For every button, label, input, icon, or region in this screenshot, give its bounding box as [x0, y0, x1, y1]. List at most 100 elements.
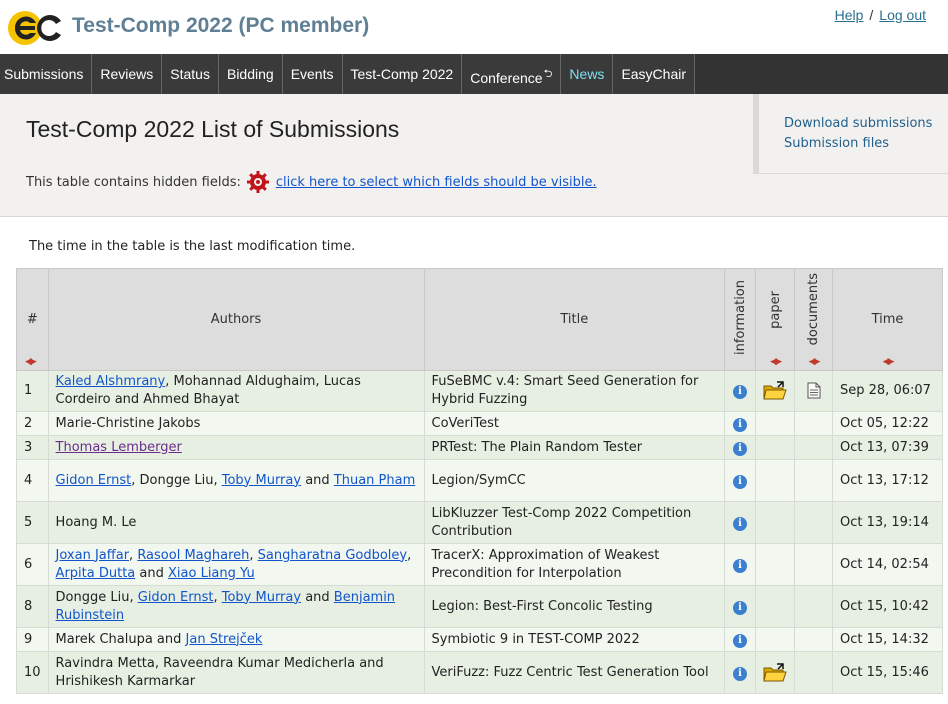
author-link[interactable]: Arpita Dutta [56, 566, 136, 581]
header-num-label: # [26, 312, 38, 327]
nav-easychair[interactable]: EasyChair [613, 54, 696, 94]
cell-time: Oct 15, 14:32 [832, 627, 943, 652]
author-link[interactable]: Thomas Lemberger [56, 440, 182, 455]
info-icon[interactable]: i [733, 474, 748, 489]
cell-title: Symbiotic 9 in TEST-COMP 2022 [423, 627, 726, 652]
folder-icon[interactable] [763, 662, 787, 683]
author-link[interactable]: Sangharatna Godboley [258, 548, 407, 563]
author-link[interactable]: Joxan Jaffar [56, 548, 130, 563]
author-link[interactable]: Toby Murray [222, 590, 301, 605]
cell-information: i [724, 411, 757, 436]
easychair-logo[interactable] [7, 9, 63, 47]
info-icon[interactable]: i [733, 666, 748, 681]
nav-label: Events [290, 66, 334, 82]
select-fields-link[interactable]: click here to select which fields should… [276, 175, 597, 190]
table-row[interactable]: 2 Marie-Christine Jakobs CoVeriTest i Oct 05… [16, 411, 943, 436]
cell-paper [755, 370, 796, 412]
header-num[interactable]: # ◀▶ [16, 268, 49, 371]
author-link[interactable]: Toby Murray [222, 473, 301, 488]
author-text: , Dongge Liu, [131, 472, 222, 488]
cell-information: i [724, 370, 757, 412]
author-link[interactable]: Jan Strejček [186, 632, 263, 647]
cell-authors: Thomas Lemberger [47, 435, 425, 460]
cell-documents [794, 411, 833, 436]
cell-information: i [724, 501, 757, 544]
cell-time: Oct 14, 02:54 [832, 543, 943, 586]
nav-news[interactable]: News [561, 54, 614, 94]
nav-label: Bidding [226, 66, 274, 82]
header-documents[interactable]: documents ◀▶ [794, 268, 833, 371]
download-submissions-link[interactable]: Download submissions [784, 114, 948, 134]
time-note: The time in the table is the last modifi… [29, 239, 356, 254]
sort-arrows-icon[interactable]: ◀▶ [809, 357, 821, 367]
info-icon[interactable]: i [733, 600, 748, 615]
cell-num: 4 [16, 459, 49, 502]
cell-information: i [724, 627, 757, 652]
cell-num: 1 [16, 370, 49, 412]
gear-icon[interactable] [246, 170, 270, 194]
header-time[interactable]: Time ◀▶ [832, 268, 943, 371]
author-link[interactable]: Rasool Maghareh [137, 548, 249, 563]
cell-title: TracerX: Approximation of Weakest Precon… [423, 543, 726, 586]
table-row[interactable]: 8 Dongge Liu, Gidon Ernst, Toby Murray an… [16, 585, 943, 628]
header-paper[interactable]: paper ◀▶ [755, 268, 796, 371]
author-link[interactable]: Gidon Ernst [138, 590, 214, 605]
table-row[interactable]: 6 Joxan Jaffar, Rasool Maghareh, Sanghara… [16, 543, 943, 586]
top-links-separator: / [869, 7, 874, 23]
info-icon[interactable]: i [733, 558, 748, 573]
sort-arrows-icon[interactable]: ◀▶ [770, 357, 782, 367]
author-link[interactable]: Thuan Pham [334, 473, 415, 488]
author-text: Hoang M. Le [55, 514, 137, 530]
table-row[interactable]: 4 Gidon Ernst, Dongge Liu, Toby Murray an… [16, 459, 943, 502]
sort-arrows-icon[interactable]: ◀▶ [25, 357, 37, 367]
nav-bidding[interactable]: Bidding [218, 54, 283, 94]
info-icon[interactable]: i [733, 441, 748, 456]
cell-title: CoVeriTest [423, 411, 726, 436]
sort-arrows-icon[interactable]: ◀▶ [883, 357, 895, 367]
header-documents-label: documents [806, 273, 822, 346]
cell-title: LibKluzzer Test-Comp 2022 Competition Co… [423, 501, 726, 544]
cell-num: 9 [16, 627, 49, 652]
nav-test-comp-2022[interactable]: Test-Comp 2022 [342, 54, 463, 94]
cell-documents [794, 370, 833, 412]
folder-icon[interactable] [763, 381, 787, 401]
author-link[interactable]: Gidon Ernst [56, 473, 132, 488]
cell-num: 2 [16, 411, 49, 436]
cell-paper [755, 651, 796, 694]
author-link[interactable]: Kaled Alshmrany [56, 374, 166, 389]
nav-submissions[interactable]: Submissions [0, 54, 93, 94]
nav-events[interactable]: Events [282, 54, 343, 94]
nav-conference[interactable]: Conference⮌ [462, 54, 562, 94]
cell-paper [755, 411, 796, 436]
cell-title: Legion/SymCC [423, 459, 726, 502]
author-text: Marek Chalupa and [55, 631, 186, 647]
logout-link[interactable]: Log out [879, 7, 926, 23]
cell-authors: Marek Chalupa and Jan Strejček [47, 627, 425, 652]
cell-paper [755, 435, 796, 460]
help-link[interactable]: Help [835, 7, 864, 23]
table-row[interactable]: 3 Thomas Lemberger PRTest: The Plain Rando… [16, 435, 943, 460]
nav-status[interactable]: Status [162, 54, 219, 94]
info-icon[interactable]: i [733, 516, 748, 531]
author-link[interactable]: Xiao Liang Yu [168, 566, 255, 581]
nav-reviews[interactable]: Reviews [92, 54, 163, 94]
info-icon[interactable]: i [733, 417, 748, 432]
table-row[interactable]: 5 Hoang M. Le LibKluzzer Test-Comp 2022 Co… [16, 501, 943, 544]
table-row[interactable]: 10 Ravindra Metta, Raveendra Kumar Medich… [16, 651, 943, 694]
table-row[interactable]: 1 Kaled Alshmrany, Mohannad Aldughaim, Lu… [16, 370, 943, 412]
author-text: Marie-Christine Jakobs [55, 415, 201, 431]
cell-information: i [724, 651, 757, 694]
header-information: information [724, 268, 757, 371]
info-icon[interactable]: i [733, 385, 748, 399]
cell-information: i [724, 459, 757, 502]
header: Test-Comp 2022 (PC member) Help / Log out [0, 0, 948, 54]
document-icon[interactable] [807, 382, 821, 399]
submission-files-link[interactable]: Submission files [784, 134, 948, 154]
table-row[interactable]: 9 Marek Chalupa and Jan Strejček Symbiotic… [16, 627, 943, 652]
author-text: Ravindra Metta, Raveendra Kumar Medicher… [55, 655, 384, 689]
cell-time: Oct 15, 15:46 [832, 651, 943, 694]
cell-num: 10 [16, 651, 49, 694]
info-icon[interactable]: i [733, 633, 748, 648]
page-title: Test-Comp 2022 List of Submissions [26, 116, 400, 142]
cell-title: VeriFuzz: Fuzz Centric Test Generation T… [423, 651, 726, 694]
